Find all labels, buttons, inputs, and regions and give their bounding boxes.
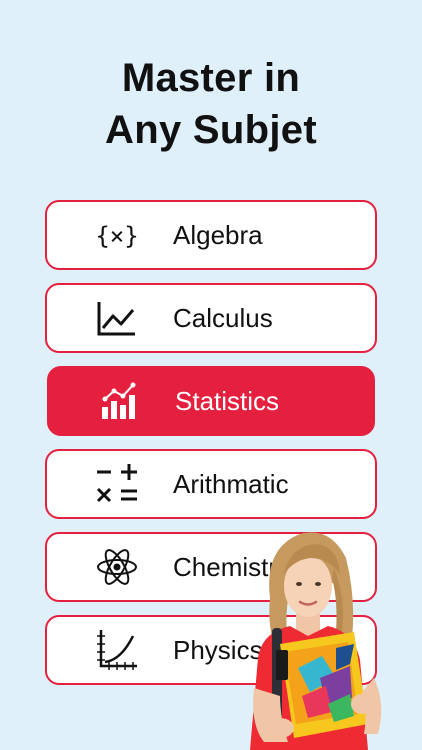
function-graph-icon (87, 628, 147, 672)
subject-card-calculus[interactable]: Calculus (45, 283, 377, 353)
subject-label-algebra: Algebra (173, 219, 263, 250)
svg-text:{×}: {×} (95, 222, 138, 250)
headline: Master in Any Subjet (0, 52, 422, 156)
variable-x-braces-icon: {×} (87, 213, 147, 257)
subject-card-arithmatic[interactable]: Arithmatic (45, 449, 377, 519)
subject-card-algebra[interactable]: {×} Algebra (45, 200, 377, 270)
math-operators-icon (87, 462, 147, 506)
subject-label-arithmatic: Arithmatic (173, 468, 289, 499)
bar-chart-trend-icon (89, 379, 149, 423)
line-graph-icon (87, 296, 147, 340)
headline-line-2: Any Subjet (105, 108, 317, 152)
subject-card-statistics[interactable]: Statistics (47, 366, 375, 436)
student-illustration (250, 532, 382, 750)
atom-icon (87, 545, 147, 589)
headline-line-1: Master in (121, 56, 301, 100)
subject-label-calculus: Calculus (173, 302, 273, 333)
subject-label-statistics: Statistics (175, 385, 280, 416)
